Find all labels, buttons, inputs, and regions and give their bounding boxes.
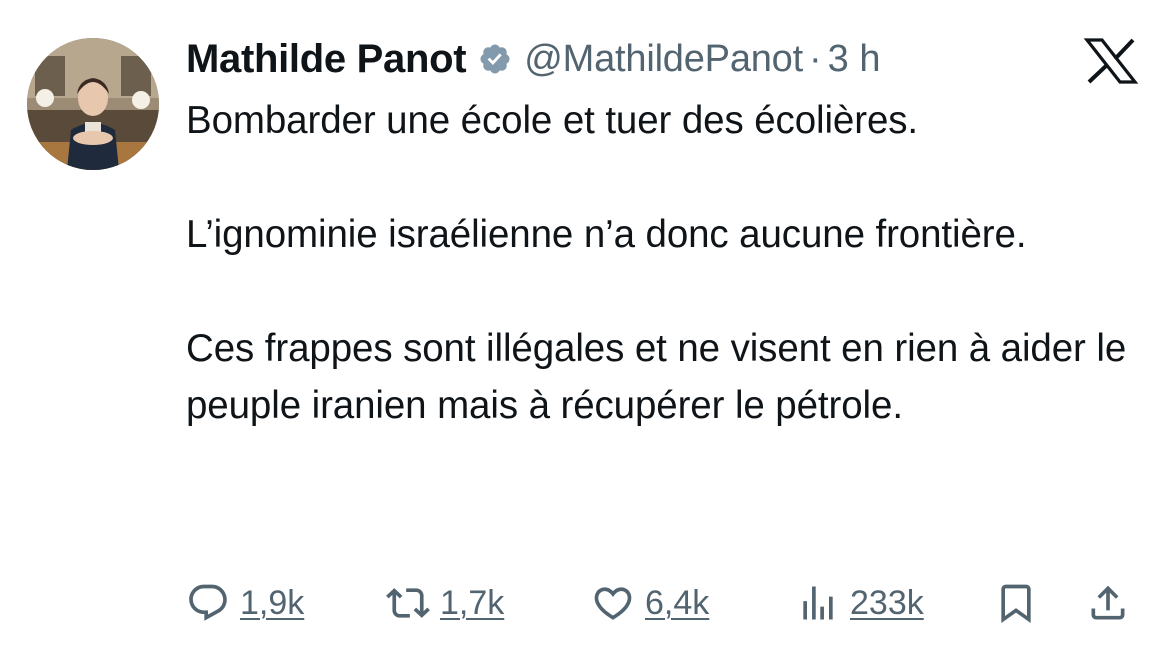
heart-icon (591, 581, 635, 625)
reply-button[interactable]: 1,9k (186, 575, 304, 631)
reply-count[interactable]: 1,9k (240, 584, 304, 623)
bookmark-button[interactable] (994, 575, 1038, 631)
bookmark-icon (994, 581, 1038, 625)
separator-dot: · (808, 37, 822, 80)
x-logo-icon[interactable] (1083, 38, 1139, 84)
verified-badge-icon (478, 42, 512, 76)
views-count[interactable]: 233k (850, 584, 924, 623)
retweet-icon (386, 581, 430, 625)
share-icon (1086, 581, 1130, 625)
author-handle[interactable]: @MathildePanot (524, 38, 803, 81)
timestamp[interactable]: 3 h (828, 38, 881, 81)
like-button[interactable]: 6,4k (591, 575, 709, 631)
tweet-paragraph: Bombarder une école et tuer des écolière… (186, 99, 919, 142)
views-button[interactable]: 233k (796, 575, 924, 631)
author-name[interactable]: Mathilde Panot (186, 37, 467, 82)
like-count[interactable]: 6,4k (645, 584, 709, 623)
retweet-button[interactable]: 1,7k (386, 575, 504, 631)
reply-icon (186, 581, 230, 625)
share-button[interactable] (1086, 575, 1130, 631)
tweet-actions: 1,9k 1,7k 6,4k 233k (186, 575, 1146, 631)
tweet-paragraph: L’ignominie israélienne n’a donc aucune … (186, 213, 1027, 256)
retweet-count[interactable]: 1,7k (440, 584, 504, 623)
tweet-paragraph: Ces frappes sont illégales et ne visent … (186, 327, 1127, 427)
views-icon (796, 581, 840, 625)
avatar[interactable] (27, 38, 159, 170)
tweet-header: Mathilde Panot @MathildePanot · 3 h (186, 34, 880, 84)
tweet-text: Bombarder une école et tuer des écolière… (186, 92, 1146, 434)
